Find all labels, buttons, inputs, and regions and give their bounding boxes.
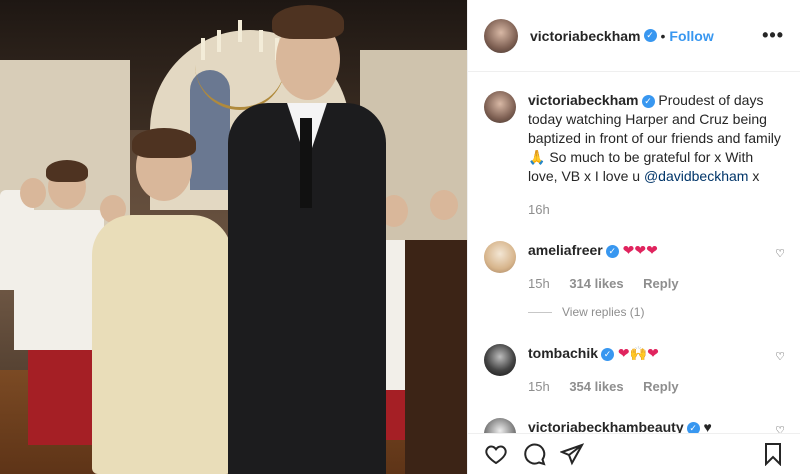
comment: ameliafreer ✓ ❤❤❤ 15h 314 likes Reply Vie… — [484, 241, 785, 322]
reply-button[interactable]: Reply — [643, 276, 678, 291]
verified-badge-icon: ✓ — [605, 244, 619, 258]
verified-badge-icon: ✓ — [643, 29, 657, 42]
author-avatar[interactable] — [484, 18, 518, 53]
comment-likes[interactable]: 354 likes — [569, 379, 623, 394]
choir-boy-head — [430, 190, 458, 220]
commenter-username[interactable]: tombachik — [528, 345, 598, 361]
commenter-avatar[interactable] — [484, 344, 516, 376]
share-icon[interactable] — [560, 442, 584, 466]
reply-button[interactable]: Reply — [643, 379, 678, 394]
action-bar — [468, 433, 800, 474]
comment-time[interactable]: 15h — [528, 276, 550, 291]
comment-text: ♥ — [703, 419, 712, 433]
commenter-avatar[interactable] — [484, 241, 516, 273]
caption-meta: 16h — [528, 200, 785, 219]
verified-badge-icon: ✓ — [686, 421, 700, 433]
comment-icon[interactable] — [522, 442, 546, 466]
comment-text: ❤🙌❤ — [617, 345, 659, 361]
caption-avatar[interactable] — [484, 91, 516, 123]
post-header: victoriabeckham ✓ • Follow ••• — [468, 0, 800, 72]
view-replies-label: View replies (1) — [562, 305, 645, 319]
comment-time[interactable]: 15h — [528, 379, 550, 394]
more-options-icon[interactable]: ••• — [762, 25, 784, 46]
instagram-post: victoriabeckham ✓ • Follow ••• victoriab… — [0, 0, 800, 474]
author-username[interactable]: victoriabeckham — [530, 28, 641, 44]
boy-hair — [272, 5, 344, 39]
church-pew — [405, 240, 467, 474]
caption-time[interactable]: 16h — [528, 202, 550, 217]
follow-button[interactable]: Follow — [669, 28, 713, 44]
view-replies[interactable]: View replies (1) — [528, 303, 763, 322]
choir-boy-head — [20, 178, 46, 208]
post-sidebar: victoriabeckham ✓ • Follow ••• victoriab… — [467, 0, 800, 474]
separator-dot: • — [660, 27, 666, 44]
comments-area[interactable]: victoriabeckham ✓ Proudest of days today … — [468, 73, 800, 433]
comment-meta: 15h 314 likes Reply — [528, 274, 763, 293]
post-photo[interactable] — [0, 0, 467, 474]
like-comment-heart-icon[interactable]: ♡ — [775, 350, 785, 363]
replies-line — [528, 312, 552, 313]
commenter-username[interactable]: ameliafreer — [528, 242, 603, 258]
caption-suffix: x — [748, 168, 760, 184]
commenter-username[interactable]: victoriabeckhambeauty — [528, 419, 684, 433]
comment: tombachik ✓ ❤🙌❤ 15h 354 likes Reply ♡ — [484, 344, 785, 396]
comment-meta: 15h 354 likes Reply — [528, 377, 763, 396]
mention-link[interactable]: @davidbeckham — [644, 168, 749, 184]
choir-cassock — [28, 350, 98, 445]
comment: victoriabeckhambeauty ✓ ♥ ♡ — [484, 418, 785, 433]
choir-boy-hair — [46, 160, 88, 182]
commenter-avatar[interactable] — [484, 418, 516, 433]
boy-tie — [300, 118, 312, 208]
like-comment-heart-icon[interactable]: ♡ — [775, 247, 785, 260]
choir-robe — [14, 210, 104, 350]
like-comment-heart-icon[interactable]: ♡ — [775, 424, 785, 433]
bookmark-icon[interactable] — [761, 442, 785, 466]
verified-badge-icon: ✓ — [641, 94, 655, 108]
caption: victoriabeckham ✓ Proudest of days today … — [484, 91, 785, 219]
girl-dress — [92, 215, 232, 474]
caption-username[interactable]: victoriabeckham — [528, 92, 639, 108]
comment-text: ❤❤❤ — [622, 242, 658, 258]
verified-badge-icon: ✓ — [601, 347, 615, 361]
comment-likes[interactable]: 314 likes — [569, 276, 623, 291]
girl-hair — [132, 128, 196, 158]
heart-icon[interactable] — [484, 442, 508, 466]
